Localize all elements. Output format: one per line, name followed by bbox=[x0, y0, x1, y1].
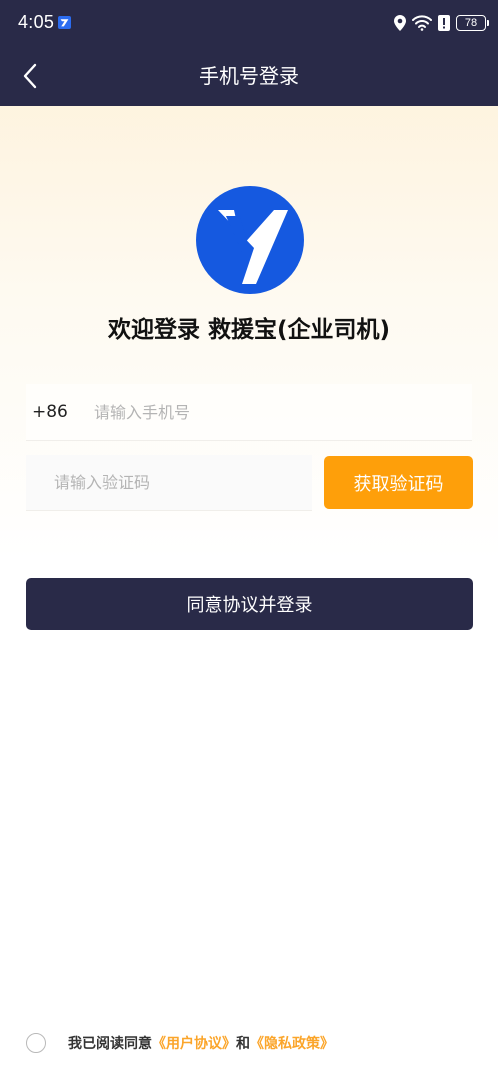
status-icons: 78 bbox=[394, 13, 489, 33]
battery-icon: 78 bbox=[456, 15, 489, 31]
agreement-prefix: 我已阅读同意 bbox=[68, 1036, 152, 1052]
alert-icon bbox=[438, 15, 450, 31]
app-logo-icon bbox=[196, 186, 304, 294]
battery-level: 78 bbox=[464, 17, 478, 29]
welcome-title: 欢迎登录 救援宝(企业司机) bbox=[107, 317, 391, 343]
privacy-policy-link[interactable]: 《隐私政策》 bbox=[250, 1036, 334, 1052]
status-time: 4:05 bbox=[18, 12, 55, 32]
agreement-text: 我已阅读同意《用户协议》和《隐私政策》 bbox=[68, 1033, 334, 1053]
login-button[interactable]: 同意协议并登录 bbox=[26, 578, 473, 630]
location-icon bbox=[394, 15, 406, 31]
agree-checkbox[interactable] bbox=[26, 1033, 46, 1053]
status-bar: 4:05 78 bbox=[0, 0, 498, 46]
page-title: 手机号登录 bbox=[199, 64, 299, 88]
agreement-row: 我已阅读同意《用户协议》和《隐私政策》 bbox=[26, 1031, 334, 1055]
user-agreement-link[interactable]: 《用户协议》 bbox=[152, 1036, 236, 1052]
code-field bbox=[26, 454, 312, 511]
app-icon bbox=[58, 16, 71, 29]
nav-bar: 手机号登录 bbox=[0, 46, 498, 106]
agreement-and: 和 bbox=[236, 1036, 250, 1052]
get-code-button[interactable]: 获取验证码 bbox=[324, 456, 473, 509]
phone-input[interactable] bbox=[92, 383, 472, 441]
phone-field: +86 bbox=[26, 383, 472, 441]
wifi-icon bbox=[412, 15, 432, 31]
verification-code-input[interactable] bbox=[52, 454, 312, 511]
country-code[interactable]: +86 bbox=[26, 402, 92, 422]
